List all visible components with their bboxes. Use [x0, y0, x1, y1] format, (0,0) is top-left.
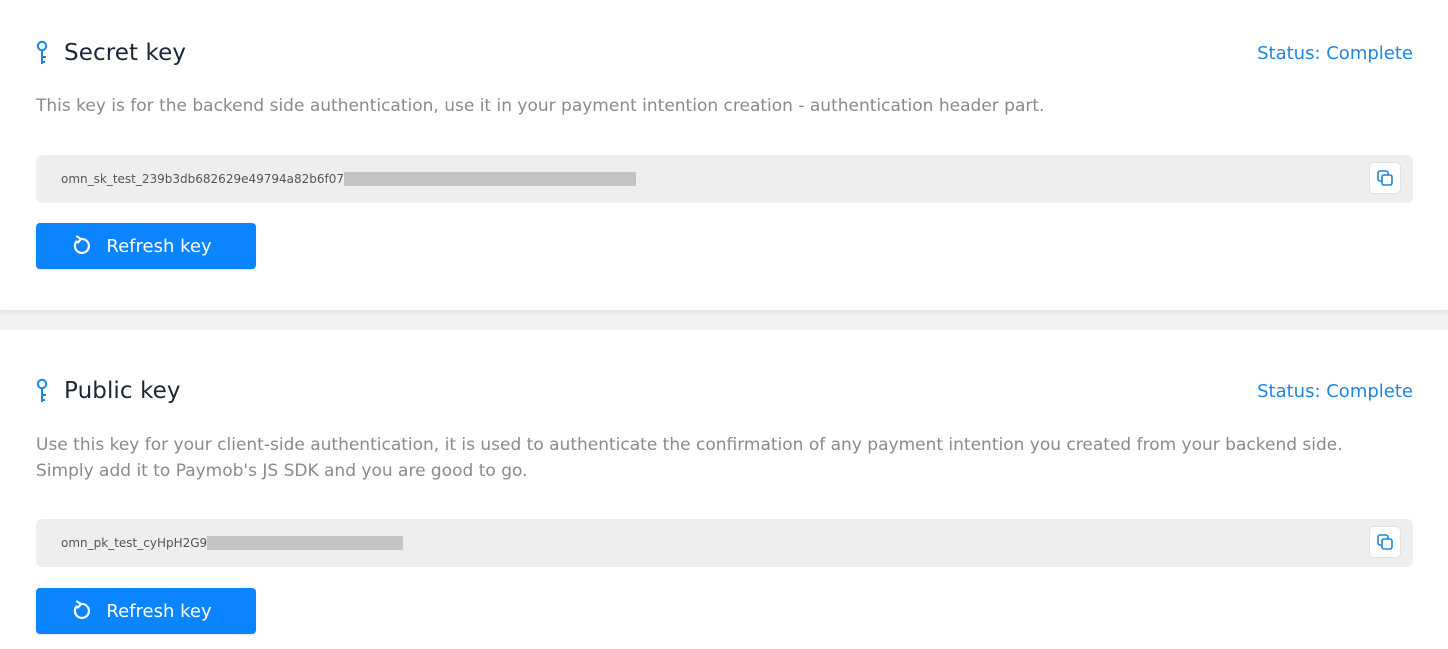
redacted-block [344, 172, 637, 186]
public-key-refresh-button[interactable]: Refresh key [36, 588, 256, 634]
key-icon [36, 378, 48, 402]
public-key-value: omn_pk_test_cyHpH2G9 [61, 536, 208, 550]
public-key-status: Status: Complete [1257, 381, 1413, 402]
secret-key-card: Secret key Status: Complete This key is … [0, 0, 1448, 310]
secret-key-header: Secret key [36, 40, 186, 66]
public-key-description-line2: Simply add it to Paymob's JS SDK and you… [36, 461, 528, 481]
secret-key-field[interactable]: omn_sk_test_239b3db682629e49794a82b6f07 [36, 155, 1413, 203]
key-icon [36, 40, 48, 64]
public-key-refresh-label: Refresh key [106, 600, 212, 622]
public-key-card: Public key Status: Complete Use this key… [0, 330, 1448, 649]
secret-key-refresh-button[interactable]: Refresh key [36, 223, 256, 269]
secret-key-copy-button[interactable] [1369, 162, 1401, 194]
public-key-copy-button[interactable] [1369, 526, 1401, 558]
redacted-block [207, 536, 404, 550]
public-key-value-row: omn_pk_test_cyHpH2G9 [61, 519, 404, 567]
secret-key-description: This key is for the backend side authent… [36, 96, 1045, 116]
secret-key-status: Status: Complete [1257, 43, 1413, 64]
public-key-header: Public key [36, 378, 181, 404]
public-key-field[interactable]: omn_pk_test_cyHpH2G9 [36, 519, 1413, 567]
copy-icon [1377, 170, 1393, 186]
secret-key-title: Secret key [64, 40, 187, 66]
refresh-icon [74, 600, 91, 619]
public-key-description: Use this key for your client-side authen… [36, 432, 1406, 484]
secret-key-refresh-label: Refresh key [106, 235, 212, 257]
secret-key-value: omn_sk_test_239b3db682629e49794a82b6f07 [61, 172, 345, 186]
refresh-icon [74, 235, 91, 254]
copy-icon [1377, 534, 1393, 550]
public-key-description-line1: Use this key for your client-side authen… [36, 435, 1343, 455]
secret-key-value-row: omn_sk_test_239b3db682629e49794a82b6f07 [61, 155, 637, 203]
public-key-title: Public key [64, 378, 181, 404]
